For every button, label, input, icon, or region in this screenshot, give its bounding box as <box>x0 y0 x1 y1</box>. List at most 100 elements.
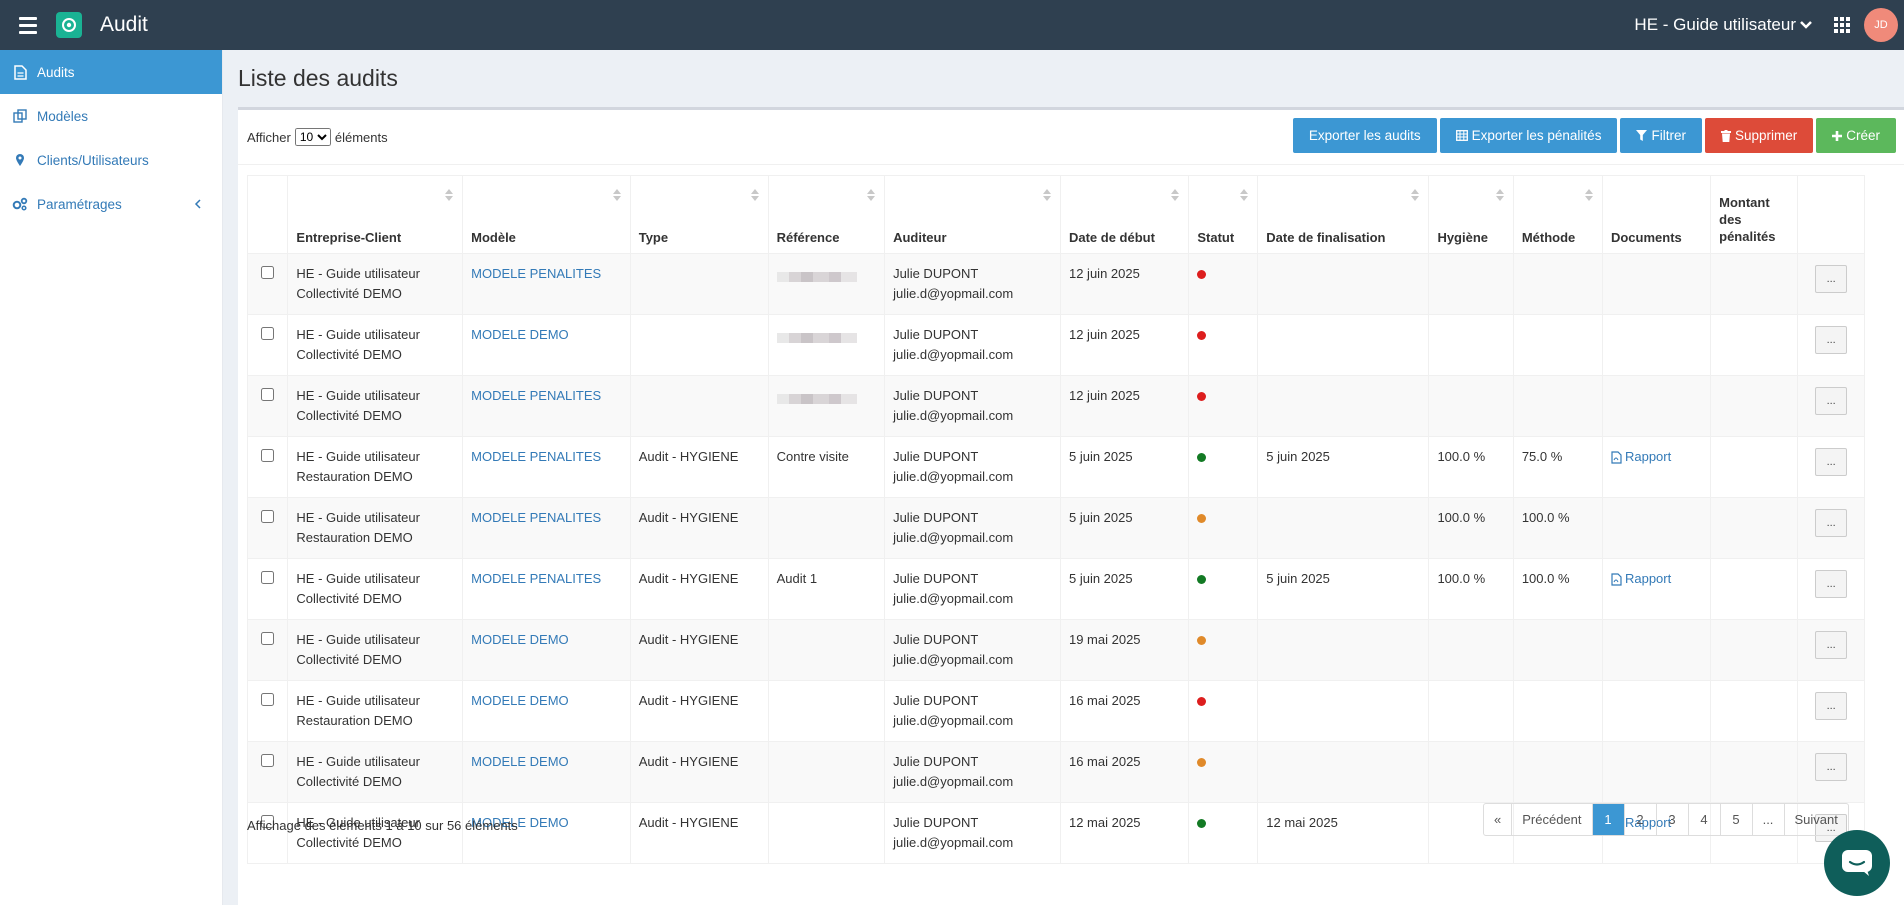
cell-client: HE - Guide utilisateur Restauration DEMO <box>287 680 464 742</box>
header-status[interactable]: Statut <box>1188 175 1259 254</box>
header-hygiene[interactable]: Hygiène <box>1428 175 1514 254</box>
row-checkbox[interactable] <box>261 449 275 462</box>
cell-model: MODELE PENALITES <box>462 253 631 315</box>
sort-icon <box>1171 189 1180 201</box>
cell-model: MODELE DEMO <box>462 314 631 376</box>
export-audits-button[interactable]: Exporter les audits <box>1292 118 1437 153</box>
org-selector[interactable]: HE - Guide utilisateur <box>1634 15 1812 35</box>
row-actions-button[interactable]: ... <box>1815 692 1848 720</box>
header-method[interactable]: Méthode <box>1512 175 1603 254</box>
cell-method <box>1512 741 1603 803</box>
row-actions-button[interactable]: ... <box>1815 326 1848 354</box>
cell-final-date <box>1257 497 1430 559</box>
sidebar-item-audits[interactable]: Audits <box>0 50 222 94</box>
filter-button[interactable]: Filtrer <box>1620 118 1702 153</box>
status-dot <box>1197 392 1207 401</box>
pager-next[interactable]: Suivant <box>1785 804 1848 835</box>
row-checkbox[interactable] <box>261 327 275 340</box>
pager-page-3[interactable]: 3 <box>1657 804 1689 835</box>
cell-start-date: 12 mai 2025 <box>1059 802 1190 864</box>
table-row: HE - Guide utilisateur Collectivité DEMO … <box>246 741 1865 803</box>
cell-final-date <box>1257 253 1430 315</box>
row-actions-button[interactable]: ... <box>1815 753 1848 781</box>
row-checkbox[interactable] <box>261 388 275 401</box>
row-actions-button[interactable]: ... <box>1815 265 1848 293</box>
table-row: HE - Guide utilisateur Restauration DEMO … <box>246 497 1865 559</box>
header-reference[interactable]: Référence <box>767 175 886 254</box>
model-link[interactable]: MODELE DEMO <box>471 632 569 647</box>
status-dot <box>1197 575 1207 584</box>
cell-actions: ... <box>1797 253 1865 315</box>
cell-reference-wrap <box>767 680 886 742</box>
sidebar-item-modeles[interactable]: Modèles <box>0 94 222 138</box>
header-model[interactable]: Modèle <box>462 175 631 254</box>
header-final-date[interactable]: Date de finalisation <box>1257 175 1430 254</box>
cell-model: MODELE DEMO <box>462 741 631 803</box>
pager-page-5[interactable]: 5 <box>1721 804 1753 835</box>
pager-first[interactable]: « <box>1484 804 1513 835</box>
sort-icon <box>1411 189 1420 201</box>
pager-page-2[interactable]: 2 <box>1625 804 1657 835</box>
cell-method: 100.0 % <box>1512 497 1603 559</box>
header-start-date[interactable]: Date de début <box>1059 175 1190 254</box>
cell-actions: ... <box>1797 680 1865 742</box>
row-checkbox[interactable] <box>261 510 275 523</box>
sidebar-item-parametrages[interactable]: Paramétrages <box>0 182 222 226</box>
header-auditor[interactable]: Auditeur <box>884 175 1061 254</box>
cell-status <box>1188 558 1259 620</box>
row-checkbox[interactable] <box>261 571 275 584</box>
apps-grid-icon[interactable] <box>1834 17 1850 33</box>
chat-button[interactable] <box>1824 830 1890 896</box>
cell-type: Audit - HYGIENE <box>629 497 769 559</box>
status-dot <box>1197 697 1207 706</box>
export-penalties-button[interactable]: Exporter les pénalités <box>1439 118 1618 153</box>
row-actions-button[interactable]: ... <box>1815 448 1848 476</box>
cell-status <box>1188 314 1259 376</box>
page-length-select[interactable]: 10 <box>294 128 331 146</box>
report-link[interactable]: Rapport <box>1611 447 1671 467</box>
row-actions-button[interactable]: ... <box>1815 509 1848 537</box>
audits-table: Entreprise-Client Modèle Type Référence … <box>246 175 1865 864</box>
cell-start-date: 12 juin 2025 <box>1059 314 1190 376</box>
model-link[interactable]: MODELE PENALITES <box>471 388 601 403</box>
model-link[interactable]: MODELE PENALITES <box>471 266 601 281</box>
pagination: « Précédent 1 2 3 4 5 ... Suivant <box>1483 803 1849 836</box>
pager-page-4[interactable]: 4 <box>1689 804 1721 835</box>
model-link[interactable]: MODELE PENALITES <box>471 571 601 586</box>
sidebar-item-label: Paramétrages <box>37 196 122 212</box>
row-actions-button[interactable]: ... <box>1815 631 1848 659</box>
model-link[interactable]: MODELE DEMO <box>471 754 569 769</box>
header-client[interactable]: Entreprise-Client <box>287 175 464 254</box>
sidebar-item-label: Clients/Utilisateurs <box>37 152 149 168</box>
delete-button[interactable]: Supprimer <box>1704 118 1814 153</box>
sidebar-item-clients[interactable]: Clients/Utilisateurs <box>0 138 222 182</box>
cell-penalties <box>1710 436 1799 498</box>
hamburger-menu-icon[interactable] <box>0 0 56 50</box>
model-link[interactable]: MODELE DEMO <box>471 327 569 342</box>
model-link[interactable]: MODELE PENALITES <box>471 449 601 464</box>
model-link[interactable]: MODELE PENALITES <box>471 510 601 525</box>
row-actions-button[interactable]: ... <box>1815 387 1848 415</box>
create-button[interactable]: Créer <box>1816 118 1896 153</box>
report-link[interactable]: Rapport <box>1611 569 1671 589</box>
sidebar: Audits Modèles Clients/Utilisateurs Para… <box>0 50 223 905</box>
model-link[interactable]: MODELE DEMO <box>471 693 569 708</box>
sort-icon <box>1584 189 1593 201</box>
row-checkbox[interactable] <box>261 632 275 645</box>
row-checkbox[interactable] <box>261 693 275 706</box>
row-actions-button[interactable]: ... <box>1815 570 1848 598</box>
cell-client: HE - Guide utilisateur Collectivité DEMO <box>287 558 464 620</box>
app-logo-icon <box>56 12 82 38</box>
row-checkbox[interactable] <box>261 754 275 767</box>
pager-prev[interactable]: Précédent <box>1512 804 1593 835</box>
row-checkbox[interactable] <box>261 266 275 279</box>
avatar[interactable]: JD <box>1864 8 1898 42</box>
cell-auditor: Julie DUPONT julie.d@yopmail.com <box>884 802 1061 864</box>
cell-client: HE - Guide utilisateur Restauration DEMO <box>287 436 464 498</box>
cell-auditor: Julie DUPONT julie.d@yopmail.com <box>884 253 1061 315</box>
cell-penalties <box>1710 558 1799 620</box>
header-type[interactable]: Type <box>629 175 769 254</box>
status-dot <box>1197 758 1207 767</box>
pager-page-1[interactable]: 1 <box>1592 804 1625 835</box>
cell-model: MODELE DEMO <box>462 680 631 742</box>
